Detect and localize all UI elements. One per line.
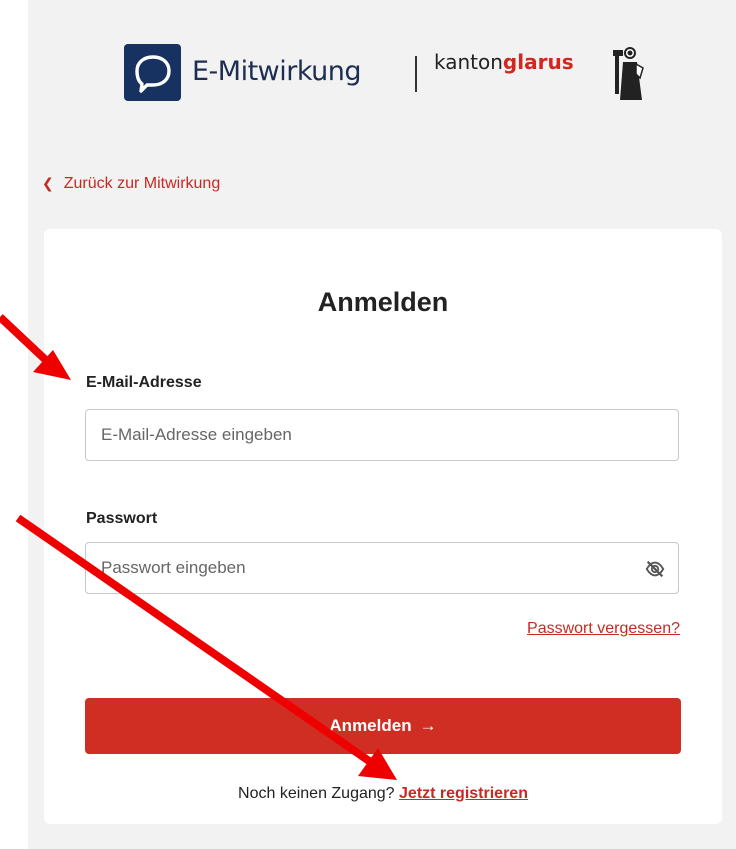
login-submit-button[interactable]: Anmelden → — [85, 698, 681, 754]
email-input[interactable] — [86, 410, 678, 460]
header: E-Mitwirkung kantonglarus — [124, 44, 664, 104]
no-account-text: Noch keinen Zugang? — [238, 785, 395, 802]
submit-label: Anmelden — [329, 716, 412, 735]
password-label: Passwort — [86, 510, 158, 527]
forgot-password-link[interactable]: Passwort vergessen? — [527, 620, 680, 638]
left-margin — [0, 0, 28, 849]
eye-slash-icon[interactable] — [644, 558, 666, 580]
register-link[interactable]: Jetzt registrieren — [399, 785, 528, 802]
kanton-logo-text: kantonglarus — [434, 50, 574, 74]
login-card: Anmelden E-Mail-Adresse Passwort Passwor… — [44, 229, 722, 824]
password-input[interactable] — [86, 543, 678, 593]
brand-name: E-Mitwirkung — [192, 56, 362, 87]
speech-bubble-logo-icon — [124, 44, 181, 101]
password-field-wrapper — [85, 542, 679, 594]
kanton-prefix: kanton — [434, 50, 503, 74]
arrow-right-icon: → — [419, 716, 437, 735]
login-title: Anmelden — [317, 287, 449, 317]
back-link[interactable]: ❮ Zurück zur Mitwirkung — [42, 175, 220, 193]
email-label: E-Mail-Adresse — [86, 374, 202, 391]
chevron-left-icon: ❮ — [42, 175, 54, 191]
kanton-name: glarus — [502, 50, 574, 74]
back-link-label: Zurück zur Mitwirkung — [63, 175, 221, 192]
header-divider — [415, 56, 417, 92]
register-prompt: Noch keinen Zugang? Jetzt registrieren — [44, 785, 722, 803]
email-field-wrapper — [85, 409, 679, 461]
saint-fridolin-icon — [613, 47, 644, 100]
